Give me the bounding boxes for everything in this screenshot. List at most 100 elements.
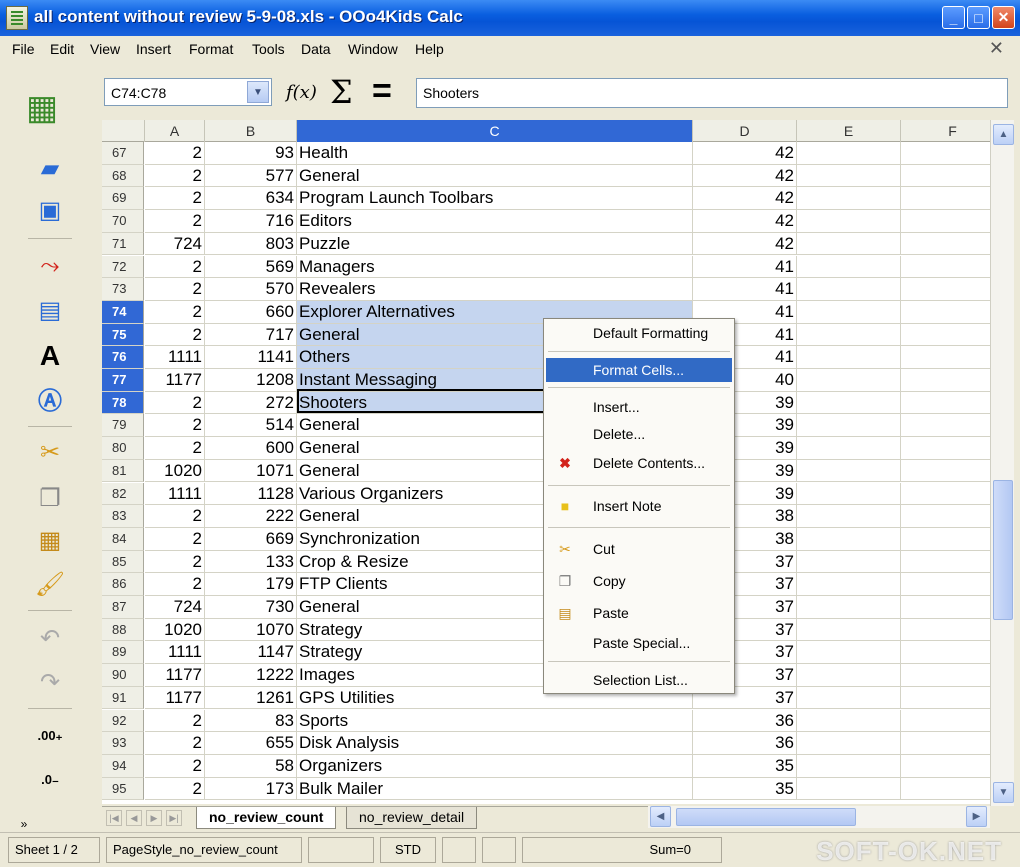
cell-d[interactable]: 42 <box>693 142 797 165</box>
cell-f[interactable] <box>901 142 990 165</box>
cell-b[interactable]: 1147 <box>205 641 297 665</box>
row-header[interactable]: 71 <box>102 232 144 256</box>
cell-f[interactable] <box>901 710 990 733</box>
row-header[interactable]: 88 <box>102 618 144 642</box>
row-header[interactable]: 86 <box>102 573 144 596</box>
cell-e[interactable] <box>797 550 901 574</box>
cell-d[interactable]: 35 <box>693 777 797 801</box>
cell-c[interactable]: Health <box>297 142 693 165</box>
row-header[interactable]: 67 <box>102 142 144 165</box>
row-header[interactable]: 83 <box>102 505 144 528</box>
cell-f[interactable] <box>901 437 990 460</box>
select-all-corner[interactable] <box>102 120 145 142</box>
row-header[interactable]: 92 <box>102 709 144 733</box>
column-header-a[interactable]: A <box>145 120 205 142</box>
row-header[interactable]: 94 <box>102 754 144 778</box>
cell-b[interactable]: 803 <box>205 232 297 256</box>
row-header[interactable]: 76 <box>102 346 144 369</box>
scroll-up-icon[interactable]: ▲ <box>993 124 1014 145</box>
row-header[interactable]: 74 <box>102 300 144 324</box>
cell-f[interactable] <box>901 369 990 392</box>
cell-d[interactable]: 36 <box>693 732 797 755</box>
cell-e[interactable] <box>797 505 901 528</box>
cell-f[interactable] <box>901 278 990 301</box>
cell-f[interactable] <box>901 414 990 438</box>
cell-a[interactable]: 1111 <box>145 346 205 369</box>
vertical-scrollbar[interactable]: ▲ ▼ <box>990 120 1014 806</box>
cell-b[interactable]: 173 <box>205 777 297 801</box>
cell-b[interactable]: 577 <box>205 164 297 188</box>
row-header[interactable]: 84 <box>102 527 144 551</box>
cell-b[interactable]: 655 <box>205 732 297 755</box>
cell-e[interactable] <box>797 187 901 211</box>
cell-a[interactable]: 2 <box>145 391 205 415</box>
menu-item-delete[interactable]: Delete... <box>546 422 732 446</box>
cell-e[interactable] <box>797 278 901 301</box>
cell-b[interactable]: 93 <box>205 142 297 165</box>
cell-a[interactable]: 2 <box>145 777 205 801</box>
cell-c[interactable]: Bulk Mailer <box>297 777 693 801</box>
status-mode[interactable]: STD <box>380 837 436 863</box>
scroll-right-icon[interactable]: ▶ <box>966 806 987 827</box>
previous-sheet-icon[interactable]: ◀ <box>126 810 142 826</box>
cell-c[interactable]: General <box>297 164 693 188</box>
cell-d[interactable]: 36 <box>693 709 797 733</box>
row-header[interactable]: 87 <box>102 596 144 619</box>
row-header[interactable]: 91 <box>102 686 144 710</box>
status-zoom-field[interactable] <box>308 837 374 863</box>
cell-e[interactable] <box>797 641 901 665</box>
cell-a[interactable]: 2 <box>145 210 205 233</box>
row-header[interactable]: 90 <box>102 664 144 687</box>
menu-item-default-formatting[interactable]: Default Formatting <box>546 321 732 345</box>
cell-f[interactable] <box>901 732 990 755</box>
cell-e[interactable] <box>797 164 901 188</box>
cell-e[interactable] <box>797 232 901 256</box>
cell-a[interactable]: 2 <box>145 187 205 211</box>
cell-a[interactable]: 724 <box>145 232 205 256</box>
cell-a[interactable]: 1177 <box>145 686 205 710</box>
cell-d[interactable]: 42 <box>693 164 797 188</box>
cell-e[interactable] <box>797 255 901 279</box>
menu-item-selection-list[interactable]: Selection List... <box>546 668 732 692</box>
row-header[interactable]: 80 <box>102 437 144 460</box>
last-sheet-icon[interactable]: ▶| <box>166 810 182 826</box>
cell-e[interactable] <box>797 686 901 710</box>
save-icon[interactable]: ▣ <box>28 192 72 228</box>
close-document-icon[interactable]: ✕ <box>989 38 1004 59</box>
cell-e[interactable] <box>797 369 901 392</box>
cell-a[interactable]: 2 <box>145 323 205 347</box>
cell-e[interactable] <box>797 709 901 733</box>
cell-b[interactable]: 717 <box>205 323 297 347</box>
row-header[interactable]: 85 <box>102 550 144 574</box>
chevron-down-icon[interactable]: ▼ <box>247 81 269 103</box>
cell-c[interactable]: Managers <box>297 255 693 279</box>
menu-item-delete-contents[interactable]: ✖ Delete Contents... <box>546 451 732 475</box>
cell-f[interactable] <box>901 778 990 801</box>
cell-f[interactable] <box>901 687 990 710</box>
menu-format[interactable]: Format <box>189 41 233 57</box>
cell-c[interactable]: Puzzle <box>297 232 693 256</box>
cell-c[interactable]: Sports <box>297 709 693 733</box>
cell-b[interactable]: 669 <box>205 527 297 551</box>
cell-d[interactable]: 42 <box>693 232 797 256</box>
cell-f[interactable] <box>901 301 990 324</box>
row-header[interactable]: 70 <box>102 210 144 233</box>
cell-e[interactable] <box>797 391 901 415</box>
menu-tools[interactable]: Tools <box>252 41 285 57</box>
cell-e[interactable] <box>797 527 901 551</box>
cell-b[interactable]: 133 <box>205 550 297 574</box>
cell-c[interactable]: Revealers <box>297 278 693 301</box>
cell-f[interactable] <box>901 596 990 619</box>
sheet-tab-no-review-count[interactable]: no_review_count <box>196 807 337 829</box>
cell-b[interactable]: 1261 <box>205 686 297 710</box>
cell-e[interactable] <box>797 777 901 801</box>
cut-icon[interactable]: ✂ <box>28 434 72 470</box>
cell-e[interactable] <box>797 732 901 755</box>
paste-icon[interactable]: ▦ <box>28 522 72 558</box>
cell-f[interactable] <box>901 528 990 551</box>
cell-b[interactable]: 222 <box>205 505 297 528</box>
cell-c[interactable]: Editors <box>297 210 693 233</box>
cell-f[interactable] <box>901 619 990 642</box>
cell-b[interactable]: 1141 <box>205 346 297 369</box>
cell-a[interactable]: 1177 <box>145 369 205 392</box>
